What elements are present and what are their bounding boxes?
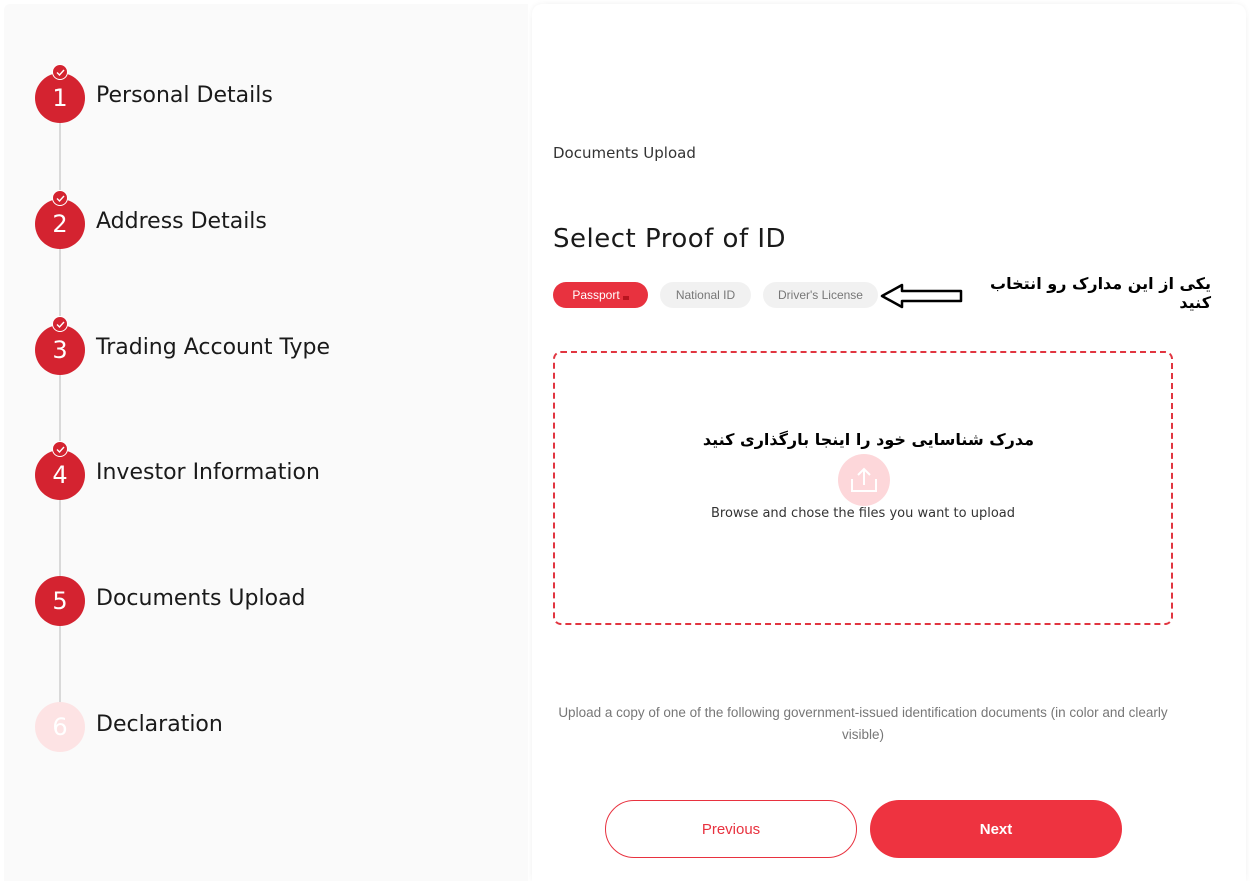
upload-hint: Browse and chose the files you want to u…: [710, 506, 1015, 521]
check-icon: [52, 64, 68, 80]
arrow-left-icon: [880, 283, 964, 314]
step-label: Personal Details: [96, 83, 273, 108]
steps-sidebar: [4, 4, 528, 881]
chip-label: Passport: [572, 288, 620, 302]
id-option-passport[interactable]: Passport: [553, 282, 648, 308]
step-label: Declaration: [96, 712, 223, 737]
chip-label: National ID: [675, 288, 736, 302]
annotation-select-document: یکی از این مدارک رو انتخاب کنید: [990, 274, 1211, 312]
check-icon: [52, 190, 68, 206]
step-number: 6: [35, 702, 85, 752]
page-title: Select Proof of ID: [553, 224, 787, 254]
id-option-drivers-license[interactable]: Driver's License: [763, 282, 878, 308]
chip-label: Driver's License: [778, 288, 863, 302]
step-number: 5: [35, 576, 85, 626]
section-caption: Documents Upload: [553, 144, 696, 162]
cursor-icon: [622, 296, 629, 300]
check-icon: [52, 441, 68, 457]
step-number: 1: [35, 73, 85, 123]
step-label: Trading Account Type: [96, 335, 331, 360]
step-label: Investor Information: [96, 460, 320, 485]
step-number: 3: [35, 325, 85, 375]
upload-icon[interactable]: [838, 454, 890, 506]
check-icon: [52, 316, 68, 332]
step-label: Documents Upload: [96, 586, 306, 611]
upload-instructions: Upload a copy of one of the following go…: [558, 705, 1168, 742]
annotation-upload-here: مدرک شناسایی خود را اینجا بارگذاری کنید: [702, 430, 1034, 449]
id-option-national-id[interactable]: National ID: [660, 282, 751, 308]
next-button[interactable]: Next: [870, 800, 1122, 858]
step-label: Address Details: [96, 209, 267, 234]
step-number: 4: [35, 450, 85, 500]
step-number: 2: [35, 199, 85, 249]
previous-button[interactable]: Previous: [605, 800, 857, 858]
